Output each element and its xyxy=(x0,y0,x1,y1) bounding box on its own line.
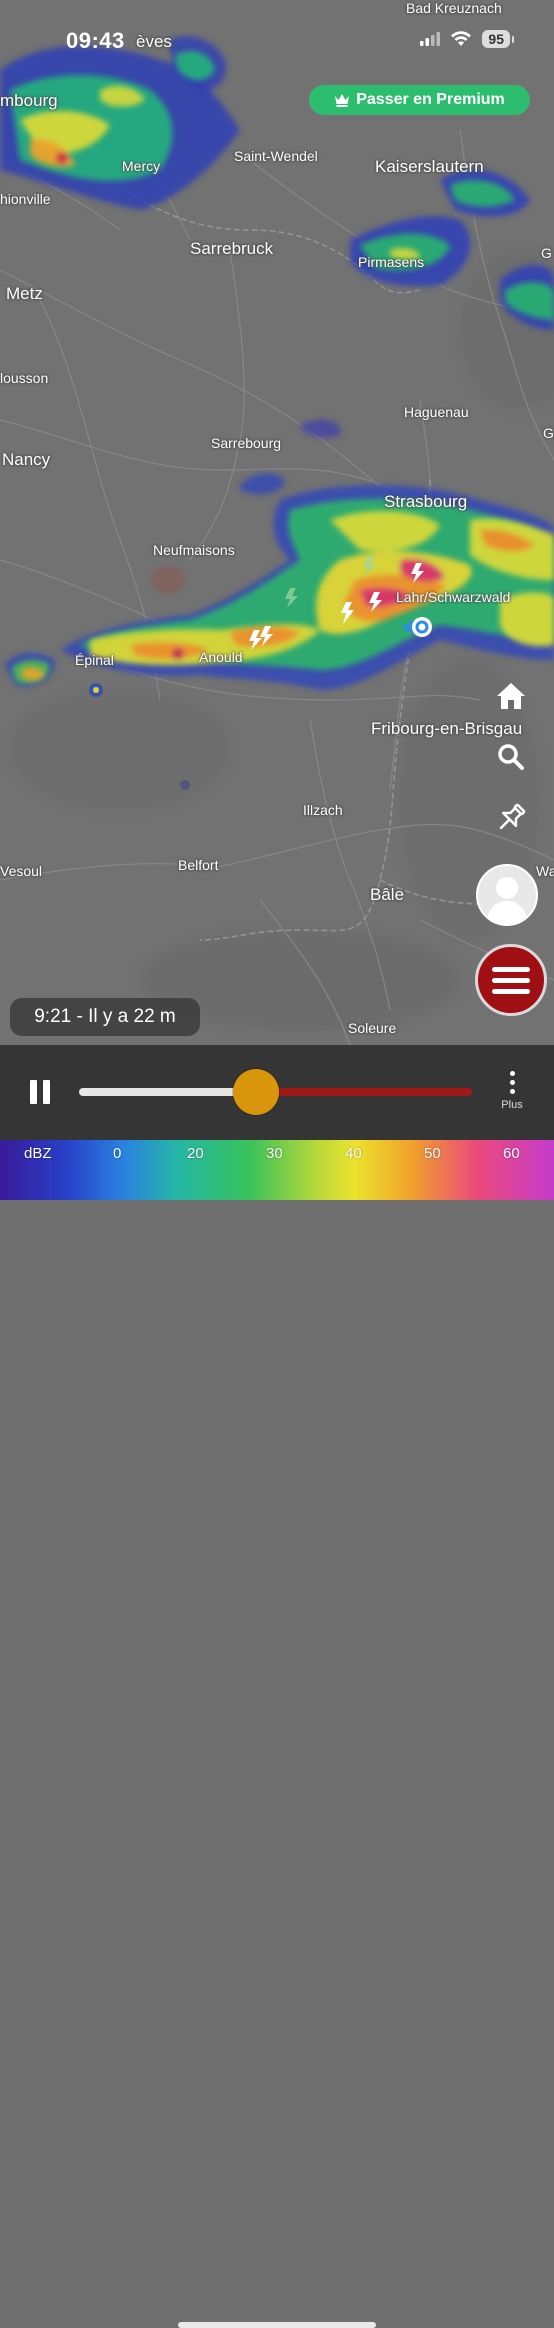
menu-icon xyxy=(492,988,530,994)
premium-button[interactable]: Passer en Premium xyxy=(309,85,530,115)
legend-tick: 40 xyxy=(345,1145,362,1162)
place-label: Épinal xyxy=(75,652,114,668)
pause-icon xyxy=(43,1080,50,1104)
place-label: Sarrebourg xyxy=(211,435,282,451)
lightning-icon xyxy=(260,626,273,646)
lightning-icon xyxy=(363,556,376,576)
more-label: Plus xyxy=(501,1099,523,1111)
place-label: Nancy xyxy=(2,450,51,469)
user-icon xyxy=(486,877,528,924)
signal-icon xyxy=(420,32,441,46)
place-label: Fribourg-en-Brisgau xyxy=(371,719,523,738)
place-label: lousson xyxy=(0,370,49,386)
status-icons: 95 xyxy=(420,30,514,48)
legend-tick: 30 xyxy=(266,1145,283,1162)
place-label: Metz xyxy=(6,284,43,303)
home-button[interactable] xyxy=(491,676,531,716)
lightning-icon xyxy=(249,630,262,650)
place-label: Kaiserslautern xyxy=(375,157,484,176)
lightning-icon xyxy=(411,563,424,583)
radar-map[interactable]: Bad Kreuznach èves mbourg Mercy Saint-We… xyxy=(0,0,554,1045)
battery-indicator: 95 xyxy=(482,30,514,48)
place-label: Haguenau xyxy=(404,404,469,420)
menu-icon xyxy=(492,966,530,972)
legend-tick: 20 xyxy=(187,1145,204,1162)
legend-unit: dBZ xyxy=(24,1145,52,1162)
legend-tick: 0 xyxy=(113,1145,122,1162)
pin-icon xyxy=(499,803,526,830)
menu-button[interactable] xyxy=(475,944,547,1016)
more-icon xyxy=(494,1071,530,1094)
dbz-legend: dBZ 0 20 30 40 50 60 xyxy=(0,1140,554,2328)
place-label: Bâle xyxy=(370,885,405,904)
place-label: Lahr/Schwarzwald xyxy=(396,589,511,605)
status-time: 09:43 xyxy=(66,28,125,53)
avatar[interactable] xyxy=(476,864,538,926)
search-button[interactable] xyxy=(491,737,531,777)
place-label: Walds xyxy=(536,863,554,879)
place-label: Neufmaisons xyxy=(153,542,235,558)
place-label: Soleure xyxy=(348,1020,397,1036)
lightning-icon xyxy=(369,592,382,612)
place-label: èves xyxy=(136,32,172,51)
legend-tick: 60 xyxy=(503,1145,520,1162)
wifi-icon xyxy=(451,31,472,46)
place-label: mbourg xyxy=(0,91,58,110)
animation-player: Plus xyxy=(0,1045,554,1140)
pause-icon xyxy=(30,1080,37,1104)
place-label: Saint-Wendel xyxy=(234,148,318,164)
place-label: Vesoul xyxy=(0,863,43,879)
pin-button[interactable] xyxy=(491,798,531,838)
place-label: G xyxy=(543,425,554,441)
pause-button[interactable] xyxy=(30,1080,50,1104)
place-label: hionville xyxy=(0,191,51,207)
lightning-icon xyxy=(341,602,354,624)
place-label: Sarrebruck xyxy=(190,239,274,258)
place-label: Belfort xyxy=(178,857,219,873)
search-icon xyxy=(498,744,524,770)
place-label: Anould xyxy=(199,649,243,665)
menu-icon xyxy=(492,977,530,983)
place-label: Bad Kreuznach xyxy=(406,0,502,16)
home-indicator xyxy=(178,2322,376,2328)
premium-label: Passer en Premium xyxy=(356,91,505,108)
place-label: Pirmasens xyxy=(358,254,425,270)
legend-tick: 50 xyxy=(424,1145,441,1162)
home-icon xyxy=(497,683,525,709)
timeline-thumb[interactable] xyxy=(232,1069,279,1115)
crown-icon xyxy=(335,94,350,107)
lightning-icon xyxy=(285,588,298,608)
more-button[interactable]: Plus xyxy=(494,1071,530,1121)
place-label: Strasbourg xyxy=(384,492,468,511)
place-label: G xyxy=(541,245,552,261)
radar-time-label: 9:21 - Il y a 22 m xyxy=(10,998,200,1036)
location-marker[interactable] xyxy=(402,617,432,637)
place-label: Illzach xyxy=(303,802,343,818)
place-label: Mercy xyxy=(122,158,161,174)
